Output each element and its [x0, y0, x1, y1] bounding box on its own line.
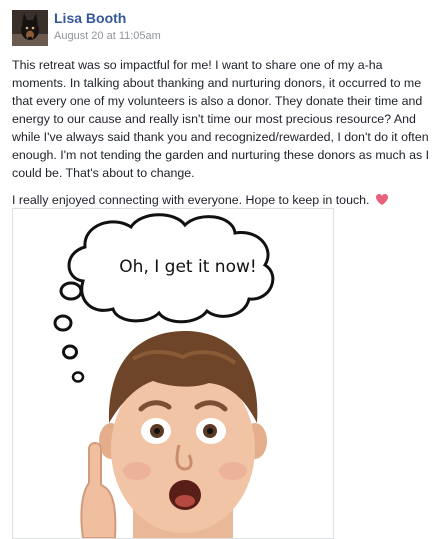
post-timestamp[interactable]: August 20 at 11:05am	[54, 30, 161, 42]
author-avatar[interactable]	[12, 10, 48, 46]
post-paragraph-text: I really enjoyed connecting with everyon…	[12, 193, 370, 207]
facebook-post: Lisa Booth August 20 at 11:05am This ret…	[0, 0, 446, 539]
heart-emoji-icon	[375, 193, 389, 211]
post-body: This retreat was so impactful for me! I …	[12, 56, 436, 211]
post-image[interactable]: Oh, I get it now!	[12, 208, 334, 539]
author-name[interactable]: Lisa Booth	[54, 10, 126, 26]
post-paragraph: This retreat was so impactful for me! I …	[12, 58, 430, 180]
thought-bubble-text: Oh, I get it now!	[119, 257, 257, 277]
dog-avatar-icon	[12, 10, 48, 46]
